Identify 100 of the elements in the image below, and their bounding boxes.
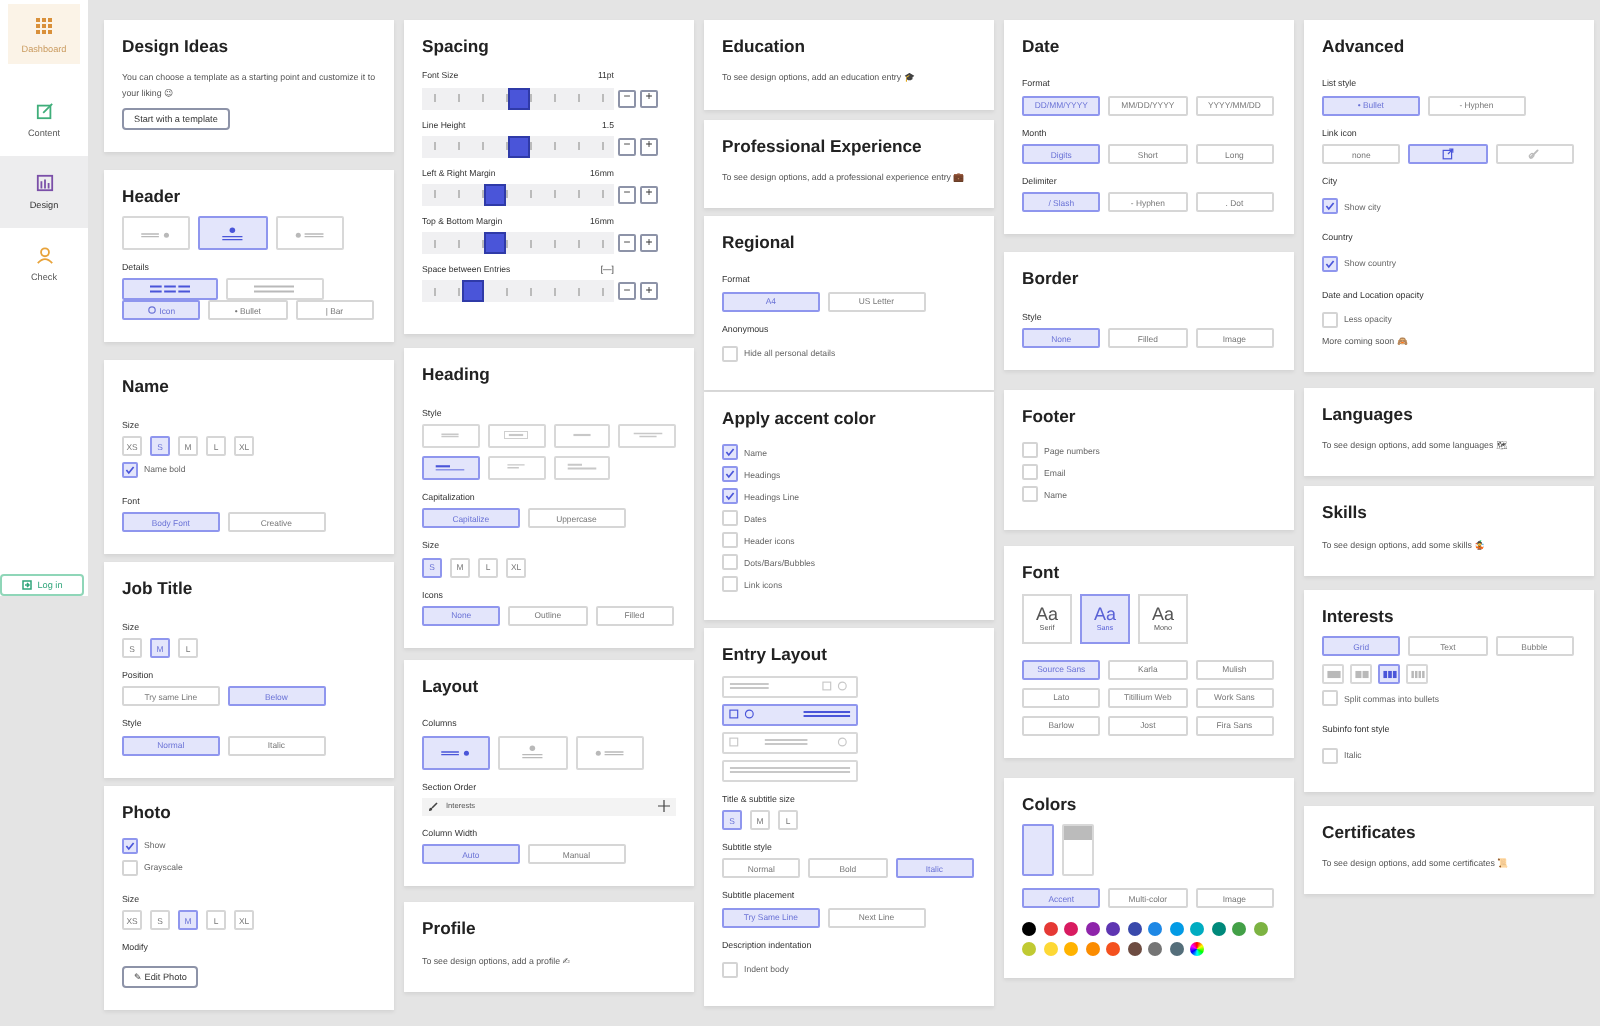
- slider-track[interactable]: [422, 183, 614, 206]
- layout-icon: [1353, 670, 1369, 680]
- card-title: Design Ideas: [122, 38, 229, 57]
- layout-icon: [434, 462, 467, 473]
- color-swatch[interactable]: [1085, 942, 1099, 957]
- checkbox[interactable]: [122, 838, 138, 855]
- color-swatch[interactable]: [1190, 922, 1204, 937]
- card-title: Regional: [722, 234, 795, 253]
- slider-thumb[interactable]: [507, 135, 529, 158]
- card-title: Border: [1022, 270, 1079, 290]
- checkbox[interactable]: [1322, 690, 1338, 707]
- card-title: Font: [1022, 564, 1060, 584]
- layout-icon: [728, 708, 852, 721]
- checkbox[interactable]: [722, 962, 738, 979]
- slider-track[interactable]: [422, 280, 614, 303]
- checkbox[interactable]: [722, 576, 738, 593]
- slider-thumb[interactable]: [483, 232, 506, 255]
- layout-icon: [1381, 670, 1397, 680]
- layout-icon: [728, 764, 852, 777]
- color-swatch[interactable]: [1211, 922, 1225, 937]
- slider-track[interactable]: [422, 87, 614, 110]
- color-swatch[interactable]: [1043, 942, 1057, 957]
- layout-icon: [565, 462, 598, 473]
- card-title: Date: [1022, 38, 1060, 57]
- card-title: Education: [722, 38, 806, 57]
- heading-style-option[interactable]: [487, 423, 545, 448]
- color-swatch[interactable]: [1253, 922, 1267, 937]
- color-swatch[interactable]: [1022, 942, 1036, 957]
- card-title: Name: [122, 378, 169, 398]
- heading-style-option[interactable]: [553, 455, 611, 480]
- option-button[interactable]: [1408, 144, 1488, 165]
- heading-style-option[interactable]: [422, 455, 480, 480]
- checkbox[interactable]: [1322, 255, 1338, 272]
- move-icon[interactable]: [658, 800, 670, 813]
- card-title: Header: [122, 187, 181, 206]
- card-title: Apply accent color: [722, 410, 876, 429]
- heading-style-option[interactable]: [487, 455, 545, 480]
- color-wheel-icon[interactable]: [1190, 942, 1204, 957]
- color-swatch[interactable]: [1085, 922, 1099, 937]
- slider-thumb[interactable]: [507, 87, 529, 110]
- card-title: Heading: [422, 366, 490, 386]
- card-title: Entry Layout: [722, 646, 828, 666]
- layout-option[interactable]: [498, 735, 568, 770]
- color-swatch[interactable]: [1148, 942, 1162, 957]
- checkbox[interactable]: [722, 510, 738, 527]
- card-title: Photo: [122, 803, 171, 823]
- checkbox[interactable]: [1322, 198, 1338, 215]
- color-swatch[interactable]: [1043, 922, 1057, 937]
- layout-icon: [728, 680, 852, 693]
- checkbox[interactable]: [122, 860, 138, 877]
- color-swatch[interactable]: [1169, 922, 1183, 937]
- slider-track[interactable]: [422, 232, 614, 255]
- checkbox[interactable]: [722, 346, 738, 363]
- checkbox[interactable]: [722, 488, 738, 505]
- layout-icon: [631, 430, 664, 441]
- color-swatch[interactable]: [1232, 922, 1246, 937]
- details-option[interactable]: [122, 278, 219, 301]
- checkbox[interactable]: [1022, 464, 1038, 481]
- color-swatch[interactable]: [1064, 942, 1078, 957]
- checkbox[interactable]: [122, 462, 138, 479]
- grid-option[interactable]: [1378, 664, 1400, 685]
- card-title: Languages: [1322, 405, 1413, 425]
- checkbox[interactable]: [1322, 747, 1338, 764]
- checkbox[interactable]: [1322, 311, 1338, 328]
- layout-option[interactable]: [198, 216, 268, 250]
- external-link-icon: [1441, 148, 1454, 161]
- card-title: Advanced: [1322, 38, 1405, 57]
- checkbox[interactable]: [722, 554, 738, 571]
- checkbox[interactable]: [722, 444, 738, 461]
- color-swatch[interactable]: [1169, 942, 1183, 957]
- color-swatch[interactable]: [1127, 922, 1141, 937]
- slider-thumb[interactable]: [462, 280, 485, 303]
- link-icon: [1528, 148, 1541, 161]
- card-title: Job Title: [122, 580, 193, 600]
- slider-thumb[interactable]: [483, 183, 506, 206]
- card-title: Spacing: [422, 38, 489, 57]
- layout-option[interactable]: [422, 735, 491, 770]
- color-swatch[interactable]: [1064, 922, 1078, 937]
- entry-layout-option[interactable]: [722, 703, 858, 726]
- layout-icon: [500, 430, 533, 441]
- color-mode-option[interactable]: [1062, 824, 1094, 877]
- heading-style-option[interactable]: [618, 423, 676, 448]
- heading-style-option[interactable]: [422, 423, 480, 448]
- details-option[interactable]: [226, 278, 323, 301]
- card-title: Certificates: [1322, 823, 1416, 843]
- slider-track[interactable]: [422, 135, 614, 158]
- checkbox[interactable]: [1022, 442, 1038, 459]
- checkbox[interactable]: [722, 466, 738, 483]
- heading-style-option[interactable]: [553, 423, 611, 448]
- color-swatch[interactable]: [1127, 942, 1141, 957]
- brush-icon: [428, 801, 438, 812]
- color-swatch[interactable]: [1148, 922, 1162, 937]
- checkbox[interactable]: [1022, 486, 1038, 503]
- color-swatch[interactable]: [1106, 942, 1120, 957]
- color-swatch[interactable]: [1106, 922, 1120, 937]
- checkbox[interactable]: [722, 532, 738, 549]
- color-mode-option[interactable]: [1022, 824, 1054, 877]
- layout-icon: [252, 284, 297, 295]
- color-swatch[interactable]: [1022, 922, 1036, 937]
- card-title: Profile: [422, 920, 476, 940]
